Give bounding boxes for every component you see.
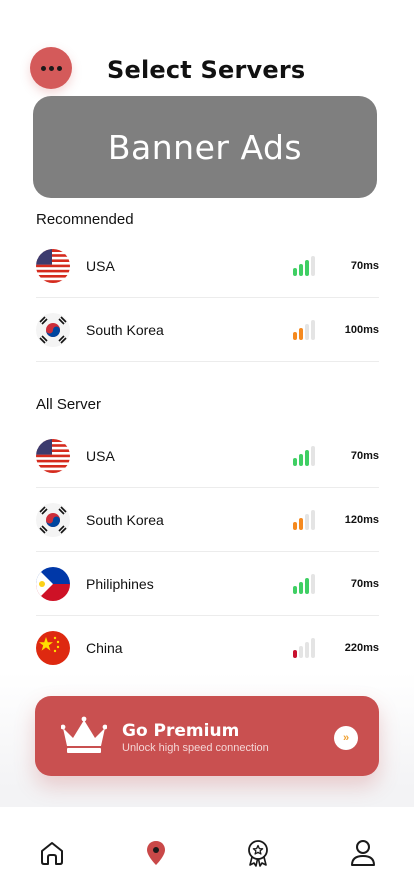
signal-strength-icon — [293, 319, 315, 340]
usa-flag-icon — [36, 248, 70, 283]
signal-bar — [311, 445, 315, 466]
server-ping-label: 70ms — [350, 259, 379, 272]
server-country-label: South Korea — [86, 511, 164, 528]
server-ping-label: 120ms — [344, 513, 379, 526]
signal-strength-icon — [293, 445, 315, 466]
signal-strength-icon — [293, 255, 315, 276]
server-country-label: South Korea — [86, 321, 164, 338]
signal-bar — [305, 259, 309, 276]
signal-bar — [293, 521, 297, 530]
south-korea-flag-icon — [36, 502, 70, 537]
server-row-recommended-usa[interactable]: USA 70ms — [36, 234, 379, 298]
china-flag-icon — [36, 631, 70, 665]
signal-bar — [305, 577, 309, 594]
server-country-label: USA — [86, 447, 115, 464]
server-row-china[interactable]: China 220ms — [36, 616, 379, 680]
go-premium-card[interactable]: Go Premium Unlock high speed connection … — [35, 696, 379, 776]
signal-bar — [299, 646, 303, 658]
server-country-label: China — [86, 640, 123, 656]
signal-bar — [299, 517, 303, 530]
server-ping-label: 70ms — [350, 577, 379, 590]
server-country-label: USA — [86, 257, 115, 274]
go-premium-subtitle: Unlock high speed connection — [122, 742, 269, 754]
tab-home[interactable] — [37, 838, 67, 868]
bottom-tab-bar — [0, 807, 414, 896]
signal-bar — [311, 509, 315, 530]
signal-bar — [299, 263, 303, 276]
server-ping-label: 100ms — [344, 323, 379, 336]
signal-bar — [311, 319, 315, 340]
page-title: Select Servers — [107, 56, 306, 84]
header: Select Servers — [0, 0, 414, 96]
server-row-philippines[interactable]: Philiphines 70ms — [36, 552, 379, 616]
tab-profile[interactable] — [348, 838, 378, 868]
tab-location[interactable] — [141, 838, 171, 868]
signal-bar — [311, 255, 315, 276]
banner-ad-label: Banner Ads — [107, 127, 303, 167]
server-ping-label: 220ms — [344, 642, 379, 654]
signal-bar — [305, 323, 309, 340]
signal-strength-icon — [293, 638, 315, 658]
server-ping-label: 70ms — [350, 449, 379, 462]
signal-bar — [305, 449, 309, 466]
home-icon — [41, 842, 63, 865]
signal-bar — [293, 331, 297, 340]
server-row-south-korea[interactable]: South Korea 120ms — [36, 488, 379, 552]
server-row-usa[interactable]: USA 70ms — [36, 424, 379, 488]
recommended-section-title: Recomnended — [36, 211, 134, 228]
crown-icon — [61, 716, 107, 753]
award-badge-icon — [248, 840, 268, 867]
user-icon — [351, 840, 375, 866]
server-row-recommended-south-korea[interactable]: South Korea 100ms — [36, 298, 379, 362]
signal-strength-icon — [293, 509, 315, 530]
signal-strength-icon — [293, 573, 315, 594]
signal-bar — [299, 453, 303, 466]
go-premium-button[interactable]: » — [334, 726, 358, 750]
signal-bar — [305, 642, 309, 658]
signal-bar — [299, 327, 303, 340]
signal-bar — [311, 573, 315, 594]
usa-flag-icon — [36, 438, 70, 473]
location-pin-icon — [147, 841, 165, 865]
banner-ad[interactable]: Banner Ads — [33, 96, 377, 198]
all-servers-section-title: All Server — [36, 396, 102, 413]
signal-bar — [293, 457, 297, 466]
signal-bar — [299, 581, 303, 594]
signal-bar — [293, 585, 297, 594]
more-dots-icon — [40, 65, 62, 71]
signal-bar — [305, 513, 309, 530]
tab-premium[interactable] — [243, 838, 273, 868]
philippines-flag-icon — [36, 566, 70, 601]
signal-bar — [311, 638, 315, 658]
signal-bar — [293, 650, 297, 658]
go-premium-title: Go Premium — [122, 721, 240, 741]
server-country-label: Philiphines — [86, 575, 154, 592]
menu-button[interactable] — [30, 47, 72, 89]
signal-bar — [293, 267, 297, 276]
south-korea-flag-icon — [36, 312, 70, 347]
